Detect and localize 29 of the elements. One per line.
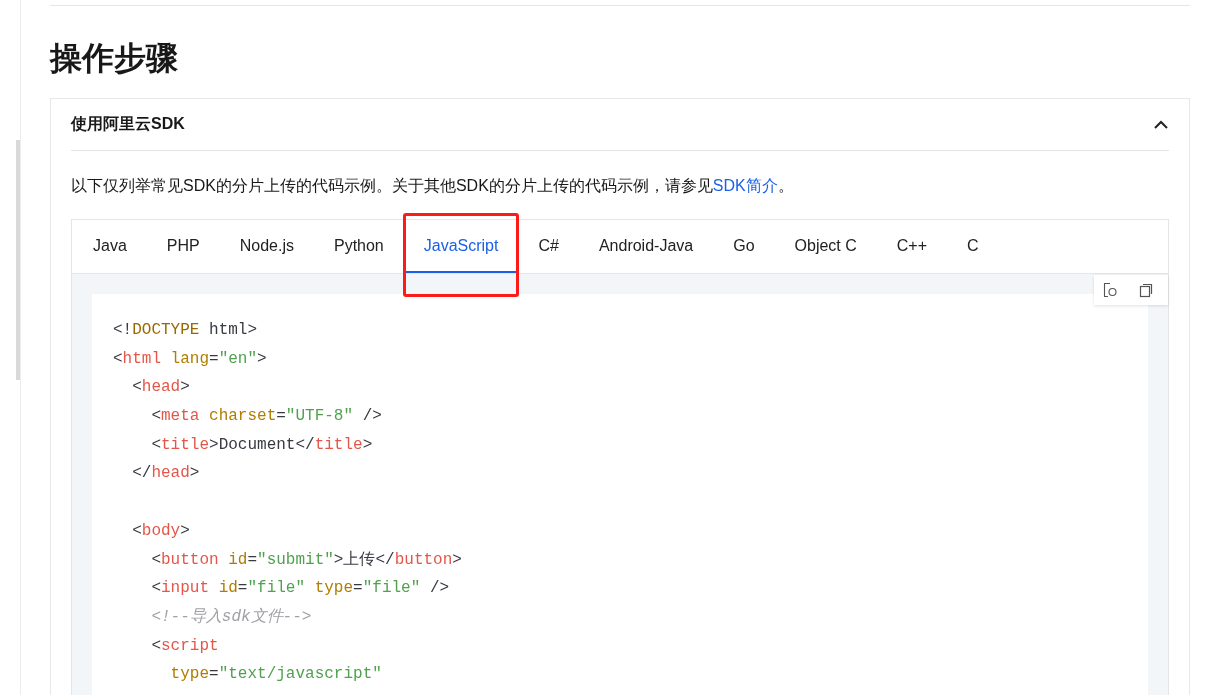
language-tab[interactable]: C++ xyxy=(876,220,948,273)
code-line: <title>Document</title> xyxy=(150,434,373,456)
language-tab[interactable]: Android-Java xyxy=(578,220,714,273)
language-tab[interactable]: PHP xyxy=(146,220,220,273)
page-heading: 操作步骤 xyxy=(50,39,179,78)
preview-icon[interactable] xyxy=(1102,282,1118,298)
language-tab[interactable]: Go xyxy=(713,220,775,273)
language-tab[interactable]: Node.js xyxy=(219,220,314,273)
code-line: <head> xyxy=(131,377,190,399)
code-line: <script xyxy=(150,635,219,657)
sdk-link[interactable]: SDK简介 xyxy=(712,177,778,194)
code-line: <body> xyxy=(131,520,190,542)
copy-icon[interactable] xyxy=(1138,282,1154,298)
code-line: <button id="submit">上传</button> xyxy=(150,549,462,571)
language-tab[interactable]: Python xyxy=(313,220,404,273)
language-tab[interactable]: Object C xyxy=(774,220,877,273)
code-line: <input id="file" type="file" /> xyxy=(150,578,450,600)
chevron-up-icon[interactable] xyxy=(1154,120,1168,129)
language-tab[interactable]: Java xyxy=(73,220,147,273)
code-line: <!--导入sdk文件--> xyxy=(150,606,312,628)
code-line: <html lang="en"> xyxy=(113,348,267,370)
code-line: </head> xyxy=(131,463,200,485)
intro-paragraph: 以下仅列举常见SDK的分片上传的代码示例。关于其他SDK的分片上传的代码示例，请参见SDK简介。 xyxy=(71,176,795,196)
language-tab[interactable]: C xyxy=(947,220,999,273)
code-line: type="text/javascript" xyxy=(169,664,382,686)
language-tab[interactable]: C# xyxy=(518,220,579,273)
code-line: <!DOCTYPE html> xyxy=(113,320,258,341)
section-title: 使用阿里云SDK xyxy=(71,114,185,134)
code-line: <meta charset="UTF-8" /> xyxy=(150,406,382,428)
